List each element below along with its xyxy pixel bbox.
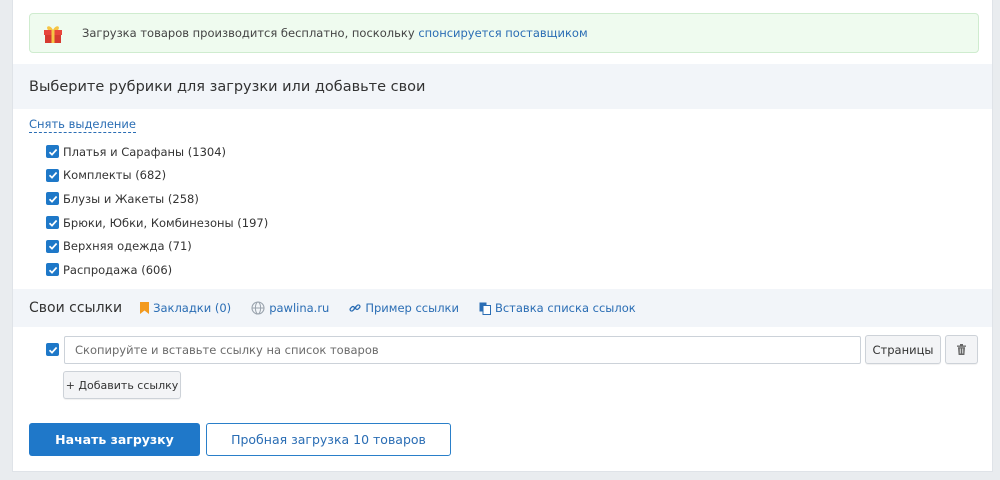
category-label: Платья и Сарафаны (1304) (63, 144, 227, 159)
pages-button[interactable]: Страницы (865, 335, 941, 364)
domain-link[interactable]: pawlina.ru (251, 301, 329, 315)
example-link[interactable]: Пример ссылки (349, 301, 459, 315)
clipboard-icon (479, 302, 491, 315)
category-label: Распродажа (606) (63, 262, 173, 277)
category-label: Комплекты (682) (63, 168, 167, 183)
category-item[interactable]: Комплекты (682) (46, 164, 268, 188)
category-item[interactable]: Верхняя одежда (71) (46, 234, 268, 258)
category-checkbox[interactable] (46, 216, 59, 230)
category-label: Блузы и Жакеты (258) (63, 191, 199, 206)
url-input[interactable] (64, 335, 861, 364)
category-item[interactable]: Платья и Сарафаны (1304) (46, 140, 268, 164)
custom-links-toolbar: Закладки (0) pawlina.ru Пример ссылки Вс… (140, 301, 656, 315)
category-checkbox[interactable] (46, 239, 59, 253)
category-checkbox[interactable] (46, 263, 59, 277)
link-icon (349, 304, 361, 312)
domain-label: pawlina.ru (269, 301, 330, 315)
deselect-link[interactable]: Снять выделение (29, 117, 136, 133)
sponsor-notice: Загрузка товаров производится бесплатно,… (29, 13, 979, 53)
category-label: Брюки, Юбки, Комбинезоны (197) (63, 215, 269, 230)
paste-list-label: Вставка списка ссылок (494, 301, 636, 315)
category-checkbox[interactable] (46, 168, 59, 182)
category-item[interactable]: Распродажа (606) (46, 258, 268, 282)
category-item[interactable]: Брюки, Юбки, Комбинезоны (197) (46, 211, 268, 235)
category-label: Верхняя одежда (71) (63, 239, 192, 254)
url-row: Страницы (46, 335, 978, 364)
delete-button[interactable] (945, 335, 978, 364)
custom-links-title: Свои ссылки (29, 300, 123, 316)
sponsor-link[interactable]: спонсируется поставщиком (418, 26, 587, 40)
bookmarks-label: Закладки (0) (153, 301, 232, 315)
url-row-checkbox[interactable] (46, 343, 59, 356)
notice-text: Загрузка товаров производится бесплатно,… (82, 26, 419, 40)
bookmarks-link[interactable]: Закладки (0) (140, 301, 231, 315)
category-item[interactable]: Блузы и Жакеты (258) (46, 187, 268, 211)
trial-upload-button[interactable]: Пробная загрузка 10 товаров (206, 423, 451, 456)
category-list: Платья и Сарафаны (1304) Комплекты (682)… (46, 140, 268, 282)
upload-panel: Загрузка товаров производится бесплатно,… (12, 0, 993, 472)
custom-links-header: Свои ссылки Закладки (0) pawlina.ru Прим… (13, 289, 992, 327)
example-label: Пример ссылки (365, 301, 459, 315)
trash-icon (957, 344, 966, 355)
paste-list-link[interactable]: Вставка списка ссылок (479, 301, 636, 315)
add-link-button[interactable]: + Добавить ссылку (63, 371, 181, 399)
bookmark-icon (140, 302, 150, 314)
categories-title: Выберите рубрики для загрузки или добавь… (29, 78, 426, 95)
category-checkbox[interactable] (46, 145, 59, 159)
categories-header: Выберите рубрики для загрузки или добавь… (13, 64, 992, 109)
gift-icon (44, 26, 62, 43)
globe-icon (251, 301, 265, 315)
category-checkbox[interactable] (46, 192, 59, 206)
start-upload-button[interactable]: Начать загрузку (29, 423, 200, 456)
